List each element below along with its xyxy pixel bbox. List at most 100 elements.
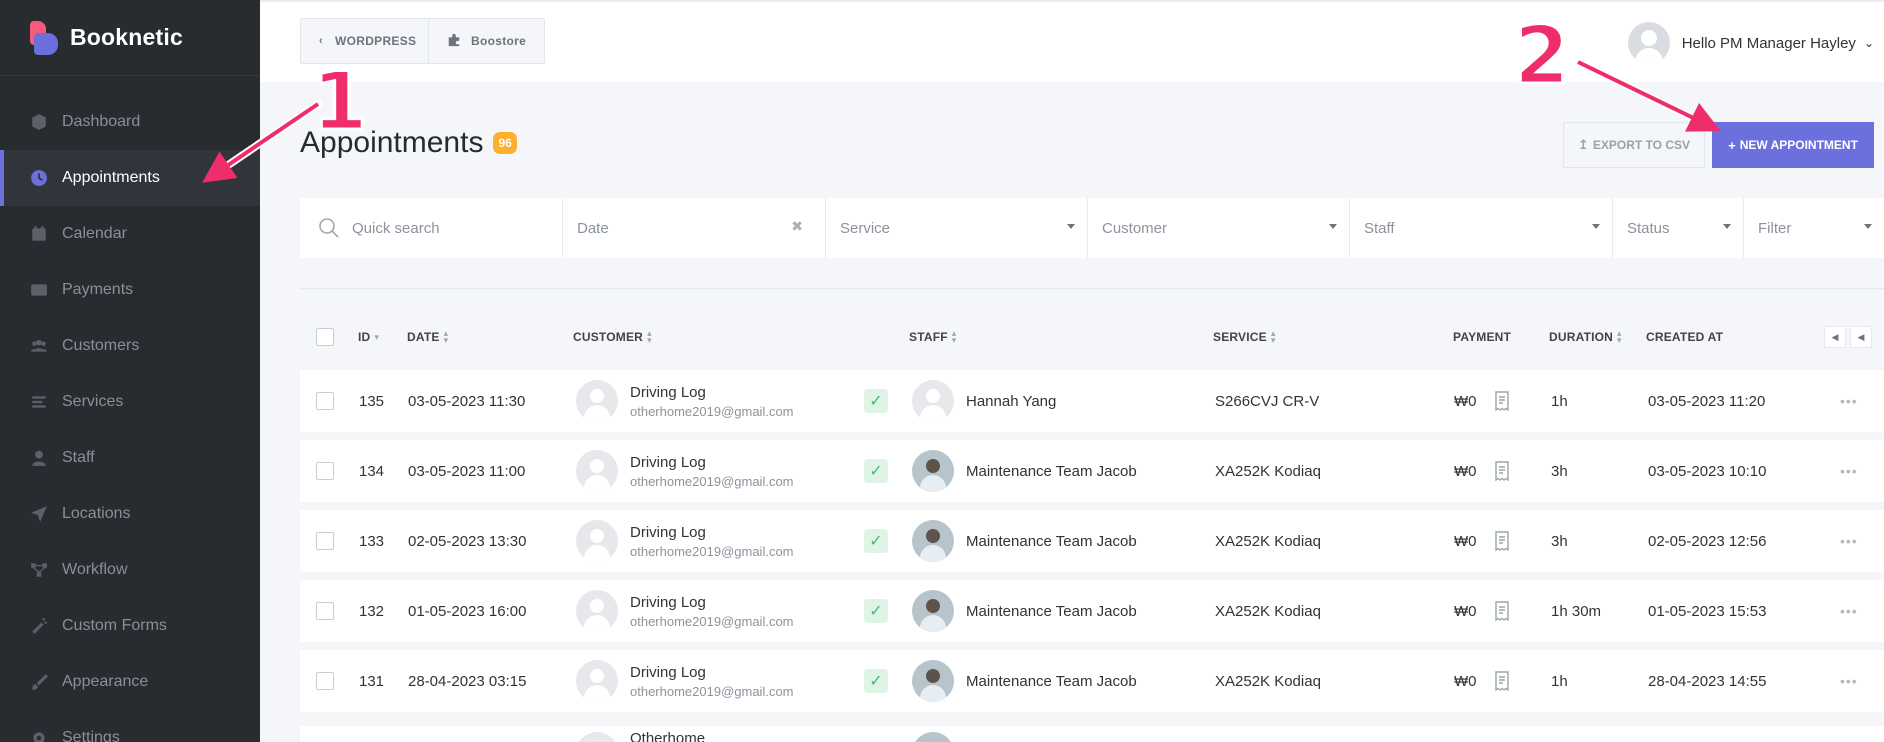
cell-service: XA252K Kodiaq bbox=[1215, 602, 1321, 620]
row-checkbox[interactable] bbox=[316, 532, 334, 550]
table-row[interactable]: 135 03-05-2023 11:30 Driving Log otherho… bbox=[300, 370, 1884, 432]
more-options-icon[interactable]: ••• bbox=[1840, 650, 1858, 712]
cell-customer[interactable]: Driving Log otherhome2019@gmail.com bbox=[576, 370, 794, 432]
filter-dropdown[interactable]: Filter bbox=[1744, 198, 1884, 258]
close-icon[interactable]: ✖ bbox=[791, 218, 803, 235]
user-menu[interactable]: Hello PM Manager Hayley ⌄ bbox=[1627, 22, 1874, 64]
scroll-left-icon[interactable]: ◀ bbox=[1824, 326, 1846, 348]
sidebar-item-label: Dashboard bbox=[62, 113, 141, 130]
more-options-icon[interactable]: ••• bbox=[1840, 440, 1858, 502]
receipt-icon[interactable] bbox=[1491, 530, 1513, 552]
plus-icon: + bbox=[1728, 137, 1736, 153]
customer-name: Driving Log bbox=[630, 663, 706, 681]
table-row-partial[interactable]: Otherhome bbox=[300, 726, 1884, 742]
sidebar-item-services[interactable]: Services bbox=[0, 374, 260, 430]
cell-customer[interactable]: Driving Log otherhome2019@gmail.com bbox=[576, 580, 794, 642]
sidebar-item-label: Services bbox=[62, 393, 124, 410]
customer-name: Driving Log bbox=[630, 593, 706, 611]
sidebar-item-calendar[interactable]: Calendar bbox=[0, 206, 260, 262]
brush-icon bbox=[30, 673, 48, 691]
cell-payment[interactable]: ₩0 bbox=[1454, 440, 1513, 502]
annotation-number-1: 1 bbox=[311, 55, 370, 148]
avatar bbox=[576, 380, 618, 422]
receipt-icon[interactable] bbox=[1491, 600, 1513, 622]
column-staff[interactable]: STAFF ▴ ▾ bbox=[909, 329, 957, 345]
table-row[interactable]: 134 03-05-2023 11:00 Driving Log otherho… bbox=[300, 440, 1884, 502]
cell-service: XA252K Kodiaq bbox=[1215, 462, 1321, 480]
status-filter[interactable]: Status bbox=[1613, 198, 1744, 258]
sidebar-item-appearance[interactable]: Appearance bbox=[0, 654, 260, 710]
boostore-button[interactable]: Boostore bbox=[428, 18, 546, 64]
column-customer[interactable]: CUSTOMER ▴ ▾ bbox=[573, 329, 652, 345]
count-badge: 96 bbox=[493, 132, 517, 154]
sidebar-item-dashboard[interactable]: Dashboard bbox=[0, 94, 260, 150]
booknetic-logo-icon bbox=[30, 20, 58, 55]
cell-service: S266CVJ CR-V bbox=[1215, 392, 1320, 410]
column-id[interactable]: ID ▾ bbox=[358, 330, 379, 344]
table-row[interactable]: 131 28-04-2023 03:15 Driving Log otherho… bbox=[300, 650, 1884, 712]
staff-name: Maintenance Team Jacob bbox=[966, 462, 1137, 480]
sidebar-item-workflow[interactable]: Workflow bbox=[0, 542, 260, 598]
users-icon bbox=[30, 337, 48, 355]
receipt-icon[interactable] bbox=[1491, 390, 1513, 412]
avatar bbox=[912, 380, 954, 422]
staff-filter[interactable]: Staff bbox=[1350, 198, 1613, 258]
sidebar-item-locations[interactable]: Locations bbox=[0, 486, 260, 542]
customer-name: Driving Log bbox=[630, 383, 706, 401]
row-checkbox[interactable] bbox=[316, 672, 334, 690]
more-options-icon[interactable]: ••• bbox=[1840, 510, 1858, 572]
service-filter-label: Service bbox=[840, 219, 891, 237]
customer-filter[interactable]: Customer bbox=[1088, 198, 1350, 258]
receipt-icon[interactable] bbox=[1491, 670, 1513, 692]
cell-customer[interactable]: Driving Log otherhome2019@gmail.com bbox=[576, 510, 794, 572]
status-approved-icon: ✓ bbox=[864, 529, 888, 553]
caret-down-icon bbox=[1329, 224, 1337, 229]
search-input[interactable]: Quick search bbox=[300, 198, 563, 258]
more-options-icon[interactable]: ••• bbox=[1840, 370, 1858, 432]
divider bbox=[300, 288, 1884, 289]
sidebar-item-payments[interactable]: Payments bbox=[0, 262, 260, 318]
table-scroll-buttons: ◀ ◀ bbox=[1824, 326, 1872, 348]
caret-down-icon bbox=[1723, 224, 1731, 229]
select-all-checkbox[interactable] bbox=[316, 328, 334, 346]
cell-customer[interactable]: Driving Log otherhome2019@gmail.com bbox=[576, 650, 794, 712]
staff-name: Hannah Yang bbox=[966, 392, 1057, 410]
scroll-left-end-icon[interactable]: ◀ bbox=[1850, 326, 1872, 348]
cell-payment[interactable]: ₩0 bbox=[1454, 580, 1513, 642]
sidebar-item-settings[interactable]: Settings bbox=[0, 710, 260, 742]
magic-wand-icon bbox=[30, 617, 48, 635]
sidebar-item-custom-forms[interactable]: Custom Forms bbox=[0, 598, 260, 654]
staff-photo bbox=[912, 732, 954, 742]
brand[interactable]: Booknetic bbox=[0, 0, 260, 76]
row-checkbox[interactable] bbox=[316, 392, 334, 410]
row-checkbox[interactable] bbox=[316, 602, 334, 620]
sidebar-item-staff[interactable]: Staff bbox=[0, 430, 260, 486]
more-options-icon[interactable]: ••• bbox=[1840, 580, 1858, 642]
cell-payment[interactable]: ₩0 bbox=[1454, 650, 1513, 712]
column-duration[interactable]: DURATION ▴ ▾ bbox=[1549, 329, 1622, 345]
receipt-icon[interactable] bbox=[1491, 460, 1513, 482]
column-service[interactable]: SERVICE ▴ ▾ bbox=[1213, 329, 1276, 345]
cell-payment[interactable]: ₩0 bbox=[1454, 370, 1513, 432]
date-filter[interactable]: Date ✖ bbox=[563, 198, 826, 258]
gear-icon bbox=[30, 729, 48, 742]
row-checkbox[interactable] bbox=[316, 462, 334, 480]
cell-date: 03-05-2023 11:30 bbox=[408, 392, 526, 410]
staff-photo bbox=[912, 590, 954, 632]
cell-created-at: 03-05-2023 11:20 bbox=[1648, 392, 1766, 410]
search-icon bbox=[319, 218, 339, 238]
column-date[interactable]: DATE ▴ ▾ bbox=[407, 329, 448, 345]
status-approved-icon: ✓ bbox=[864, 389, 888, 413]
table-row[interactable]: 133 02-05-2023 13:30 Driving Log otherho… bbox=[300, 510, 1884, 572]
export-label: EXPORT TO CSV bbox=[1592, 138, 1691, 152]
export-csv-button[interactable]: ↥ EXPORT TO CSV bbox=[1563, 122, 1705, 168]
new-appointment-button[interactable]: + NEW APPOINTMENT bbox=[1712, 122, 1874, 168]
cell-customer[interactable]: Driving Log otherhome2019@gmail.com bbox=[576, 440, 794, 502]
sidebar-item-customers[interactable]: Customers bbox=[0, 318, 260, 374]
service-filter[interactable]: Service bbox=[826, 198, 1088, 258]
cell-id: 134 bbox=[359, 462, 385, 480]
table-row[interactable]: 132 01-05-2023 16:00 Driving Log otherho… bbox=[300, 580, 1884, 642]
sidebar-item-appointments[interactable]: Appointments bbox=[0, 150, 260, 206]
brand-name: Booknetic bbox=[70, 24, 183, 50]
cell-payment[interactable]: ₩0 bbox=[1454, 510, 1513, 572]
